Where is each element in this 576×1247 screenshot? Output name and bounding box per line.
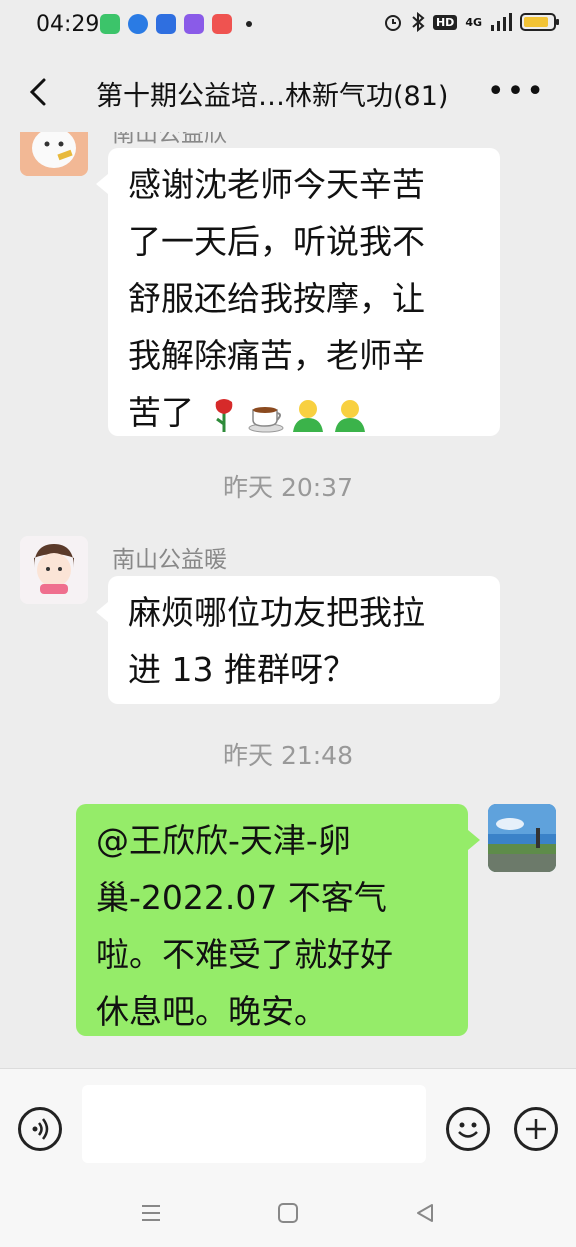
notification-icons	[100, 14, 252, 34]
system-nav-bar	[0, 1178, 576, 1247]
person-icon	[292, 399, 323, 432]
message-text-line: 巢-2022.07 不客气	[96, 878, 387, 917]
message-input[interactable]	[82, 1085, 426, 1163]
message-text-line: 感谢沈老师今天辛苦	[128, 165, 425, 204]
timestamp: 昨天 21:48	[223, 741, 353, 770]
avatar[interactable]	[20, 132, 88, 176]
baidu-icon	[156, 14, 176, 34]
alarm-icon	[384, 15, 401, 31]
message-list[interactable]: 南山公益欣 感谢沈老师今天辛苦 了一天后，听说我不 舒服还给我按摩，让 我解除痛…	[0, 132, 576, 1068]
message-last-line: 苦了	[128, 384, 480, 441]
message-bubble-self[interactable]: @王欣欣-天津-卵 巢-2022.07 不客气 啦。不难受了就好好 休息吧。晚安…	[76, 804, 480, 1036]
chat-title: 第十期公益培…林新气功(81)	[96, 81, 449, 112]
back-icon[interactable]	[20, 72, 60, 112]
message-text-line: 我解除痛苦，老师辛	[128, 336, 425, 375]
message-text-line: 苦了	[128, 393, 194, 432]
smile-icon[interactable]	[446, 1107, 490, 1151]
sender-name: 南山公益暖	[112, 547, 227, 573]
plus-icon[interactable]	[514, 1107, 558, 1151]
message-text-line: 休息吧。晚安。	[96, 992, 327, 1031]
person-icon	[334, 399, 365, 432]
music-icon	[212, 14, 232, 34]
hd-badge: HD	[432, 14, 458, 30]
message-bubble[interactable]: 感谢沈老师今天辛苦 了一天后，听说我不 舒服还给我按摩，让 我解除痛苦，老师辛 …	[96, 148, 500, 436]
input-bar	[0, 1068, 576, 1179]
back-nav-icon[interactable]	[414, 1202, 436, 1224]
chat-header: 第十期公益培…林新气功(81) •••	[0, 52, 576, 132]
app-notification-icon	[128, 14, 148, 34]
rose-icon	[215, 398, 232, 432]
home-icon[interactable]	[277, 1202, 299, 1224]
message-text-line: 麻烦哪位功友把我拉	[128, 593, 425, 632]
bluetooth-icon	[412, 12, 425, 32]
message-text-line: 了一天后，听说我不	[128, 222, 425, 261]
app-notification-icon	[100, 14, 120, 34]
message-bubble[interactable]: 麻烦哪位功友把我拉 进 13 推群呀？	[96, 576, 500, 704]
sender-name: 南山公益欣	[112, 132, 227, 147]
message-text-line: 进 13 推群呀？	[128, 650, 356, 689]
status-time: 04:29	[36, 12, 100, 37]
coffee-icon	[248, 406, 283, 432]
shopping-icon	[184, 14, 204, 34]
avatar[interactable]	[20, 536, 88, 604]
more-notifications-icon	[246, 21, 252, 27]
menu-icon[interactable]	[140, 1202, 162, 1224]
signal-icon	[491, 13, 512, 31]
message-text-line: @王欣欣-天津-卵	[96, 821, 351, 860]
status-bar: 04:29 HD 4G	[0, 0, 576, 52]
message-text-line: 舒服还给我按摩，让	[128, 279, 425, 318]
self-avatar[interactable]	[488, 804, 556, 872]
network-type: 4G	[465, 15, 482, 29]
more-icon[interactable]: •••	[487, 74, 546, 109]
voice-icon[interactable]	[18, 1107, 62, 1151]
battery-icon	[520, 13, 559, 31]
timestamp: 昨天 20:37	[223, 473, 353, 502]
system-status-icons: HD 4G	[383, 12, 559, 32]
message-text-line: 啦。不难受了就好好	[96, 935, 393, 974]
